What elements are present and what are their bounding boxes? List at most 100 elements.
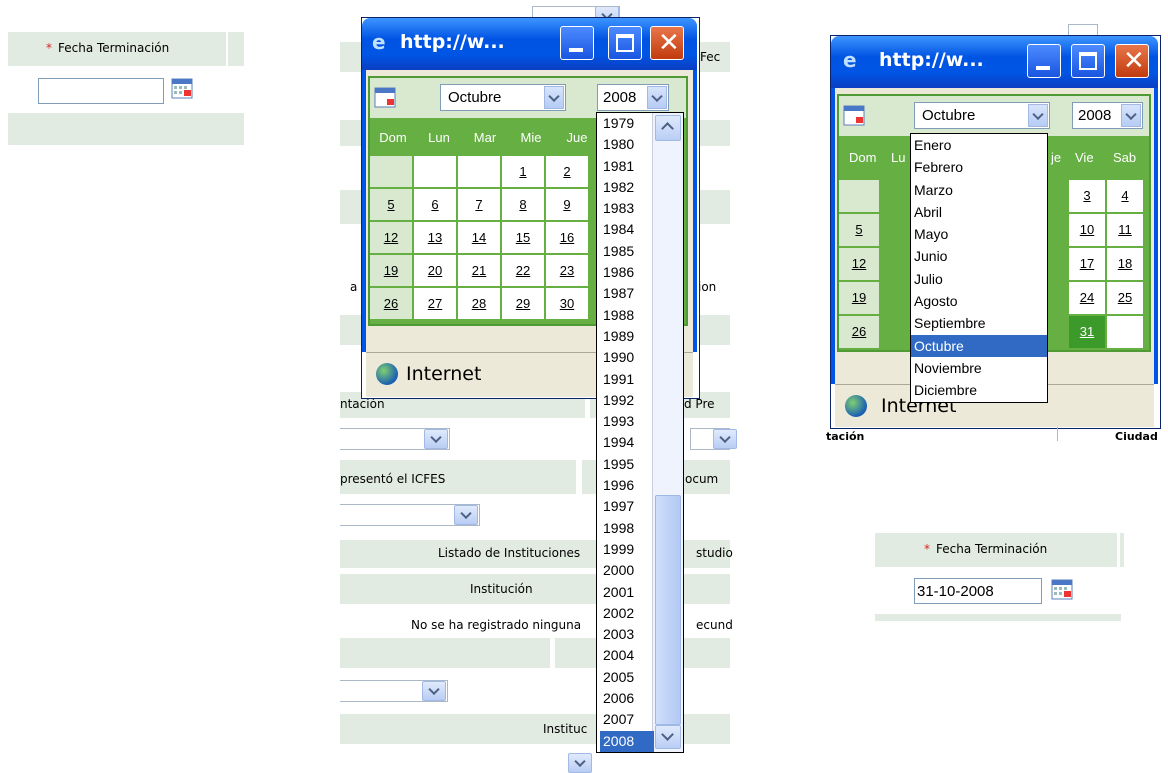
calendar-day-cell[interactable]: 7 — [458, 189, 500, 220]
calendar-day-cell[interactable]: 2 — [546, 156, 588, 187]
year-option[interactable]: 1992 — [600, 390, 654, 411]
calendar-day-cell[interactable]: 24 — [1069, 282, 1105, 314]
minimize-button[interactable] — [560, 26, 594, 60]
calendar-day-cell[interactable]: 21 — [458, 255, 500, 286]
month-option[interactable]: Octubre — [911, 334, 1047, 357]
month-option[interactable]: Septiembre — [911, 312, 1047, 334]
year-dropdown-list[interactable]: 1979 1980 1981 1982 1983 1984 1985 1986 1987 1988… — [596, 112, 684, 753]
calendar-day-cell[interactable]: 10 — [1069, 214, 1105, 246]
bg-select-1[interactable] — [340, 428, 450, 450]
scroll-down-button[interactable] — [655, 725, 681, 749]
fecha-terminacion-input[interactable] — [914, 578, 1042, 604]
year-option[interactable]: 2008 — [600, 730, 654, 752]
calendar-day[interactable]: 26 — [384, 296, 398, 311]
year-option[interactable]: 2001 — [600, 582, 654, 603]
scroll-up-button[interactable] — [655, 115, 681, 141]
year-option[interactable]: 2007 — [600, 709, 654, 730]
calendar-day-cell[interactable]: 15 — [502, 222, 544, 253]
month-option[interactable]: Marzo — [911, 179, 1047, 201]
calendar-day[interactable]: 19 — [852, 290, 866, 305]
calendar-day-cell[interactable]: 31 — [1069, 316, 1105, 348]
calendar-day[interactable]: 11 — [1118, 222, 1132, 237]
maximize-button[interactable] — [608, 26, 642, 60]
month-option[interactable]: Noviembre — [911, 357, 1047, 379]
year-option[interactable]: 1980 — [600, 134, 654, 155]
calendar-day[interactable]: 28 — [472, 296, 486, 311]
calendar-day-cell[interactable]: 5 — [839, 214, 879, 246]
calendar-day[interactable]: 10 — [1080, 222, 1094, 237]
calendar-day[interactable]: 17 — [1080, 256, 1094, 271]
year-option[interactable]: 1987 — [600, 283, 654, 304]
calendar-day[interactable]: 30 — [560, 296, 574, 311]
calendar-button[interactable] — [1051, 578, 1073, 603]
calendar-day[interactable]: 14 — [472, 230, 486, 245]
calendar-day-cell[interactable]: 4 — [1107, 180, 1143, 212]
calendar-day-cell[interactable]: 19 — [370, 255, 412, 286]
year-option[interactable]: 1995 — [600, 454, 654, 475]
bg-select-2[interactable] — [690, 428, 737, 450]
calendar-day[interactable]: 1 — [519, 164, 526, 179]
month-option[interactable]: Diciembre — [911, 379, 1047, 401]
year-option[interactable]: 2002 — [600, 603, 654, 624]
year-option[interactable]: 1981 — [600, 156, 654, 177]
calendar-day[interactable]: 2 — [563, 164, 570, 179]
month-option[interactable]: Febrero — [911, 156, 1047, 178]
bg-select-4[interactable] — [340, 680, 448, 702]
month-option[interactable]: Junio — [911, 245, 1047, 267]
year-option[interactable]: 1993 — [600, 411, 654, 432]
year-option[interactable]: 2005 — [600, 667, 654, 688]
calendar-day-cell[interactable]: 19 — [839, 282, 879, 314]
calendar-day[interactable]: 12 — [852, 256, 866, 271]
calendar-day[interactable]: 26 — [852, 324, 866, 339]
year-option[interactable]: 1998 — [600, 518, 654, 539]
calendar-day-cell[interactable]: 11 — [1107, 214, 1143, 246]
year-option[interactable]: 1989 — [600, 326, 654, 347]
minimize-button[interactable] — [1027, 44, 1061, 78]
calendar-day[interactable]: 20 — [428, 263, 442, 278]
month-select[interactable]: Octubre — [914, 102, 1050, 129]
year-option[interactable]: 1979 — [600, 113, 654, 134]
calendar-day[interactable]: 27 — [428, 296, 442, 311]
close-button[interactable]: ✕ — [650, 26, 684, 60]
calendar-day-cell[interactable]: 26 — [839, 316, 879, 348]
calendar-day[interactable]: 24 — [1080, 290, 1094, 305]
year-option[interactable]: 1986 — [600, 262, 654, 283]
calendar-day-cell[interactable]: 9 — [546, 189, 588, 220]
month-option[interactable]: Agosto — [911, 290, 1047, 312]
scrollbar[interactable] — [652, 113, 683, 752]
calendar-button[interactable] — [171, 77, 193, 102]
popup-titlebar[interactable]: e http://w... ✕ — [831, 36, 1158, 88]
calendar-day[interactable]: 19 — [384, 263, 398, 278]
calendar-day-cell[interactable]: 12 — [370, 222, 412, 253]
calendar-day-cell[interactable]: 12 — [839, 248, 879, 280]
year-option[interactable]: 1988 — [600, 305, 654, 326]
calendar-day-cell[interactable]: 30 — [546, 288, 588, 319]
calendar-day-cell[interactable]: 26 — [370, 288, 412, 319]
calendar-day-cell[interactable]: 13 — [414, 222, 456, 253]
calendar-day-cell[interactable]: 20 — [414, 255, 456, 286]
calendar-day[interactable]: 5 — [387, 197, 394, 212]
calendar-day[interactable]: 3 — [1083, 188, 1090, 203]
year-option[interactable]: 1996 — [600, 475, 654, 496]
month-option[interactable]: Mayo — [911, 223, 1047, 245]
calendar-day[interactable]: 23 — [560, 263, 574, 278]
calendar-day[interactable]: 9 — [563, 197, 570, 212]
bg-select-bottom[interactable] — [568, 753, 592, 773]
calendar-day-cell[interactable]: 1 — [502, 156, 544, 187]
year-option[interactable]: 1984 — [600, 219, 654, 240]
calendar-day-cell[interactable]: 29 — [502, 288, 544, 319]
calendar-day[interactable]: 12 — [384, 230, 398, 245]
calendar-day-cell[interactable]: 28 — [458, 288, 500, 319]
year-option[interactable]: 1999 — [600, 539, 654, 560]
calendar-day-cell[interactable]: 14 — [458, 222, 500, 253]
year-option[interactable]: 1991 — [600, 369, 654, 390]
year-option[interactable]: 2004 — [600, 645, 654, 666]
calendar-day[interactable]: 7 — [475, 197, 482, 212]
calendar-day[interactable]: 15 — [516, 230, 530, 245]
calendar-day-cell[interactable]: 6 — [414, 189, 456, 220]
popup-titlebar[interactable]: e http://w... ✕ — [362, 18, 697, 70]
calendar-day[interactable]: 4 — [1121, 188, 1128, 203]
year-select[interactable]: 2008 — [1072, 102, 1143, 129]
year-option[interactable]: 1997 — [600, 496, 654, 517]
year-option[interactable]: 1982 — [600, 177, 654, 198]
